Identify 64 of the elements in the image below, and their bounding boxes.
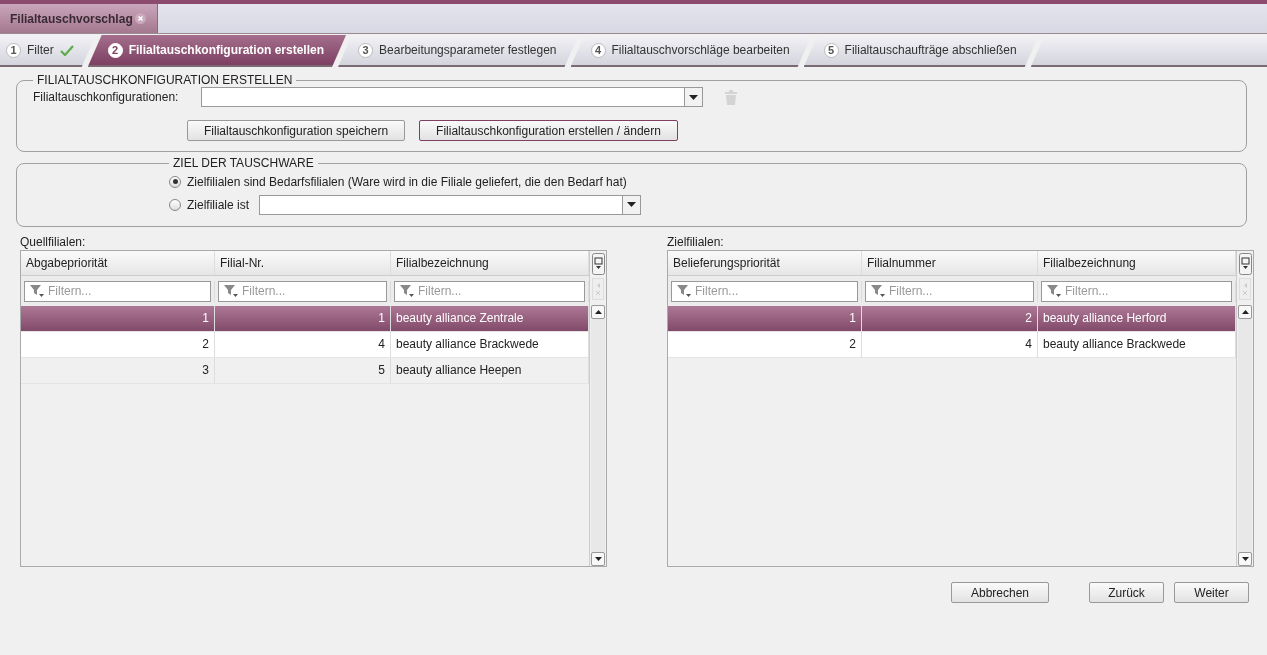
table-cell: 1 bbox=[215, 306, 391, 331]
table-cell: beauty alliance Heepen bbox=[391, 358, 589, 383]
table-cell: 2 bbox=[668, 332, 862, 357]
column-chooser-icon[interactable] bbox=[1238, 253, 1252, 275]
table-cell: 4 bbox=[215, 332, 391, 357]
scroll-down-icon[interactable] bbox=[594, 557, 602, 561]
table-cell: 5 bbox=[215, 358, 391, 383]
wizard-step[interactable]: 1 Filter bbox=[0, 35, 96, 67]
table-row[interactable]: 2 4 beauty alliance Brackwede bbox=[668, 332, 1236, 358]
table-title: Quellfilialen: bbox=[20, 235, 87, 250]
wizard-step[interactable]: 3 Bearbeitungsparameter festlegen bbox=[338, 35, 579, 67]
column-header[interactable]: Filialbezeichnung bbox=[391, 251, 589, 275]
radio-button[interactable] bbox=[169, 175, 181, 188]
table-cell: 1 bbox=[668, 306, 862, 331]
filter-icon bbox=[30, 285, 44, 297]
wizard-step[interactable]: 2 Filialtauschkonfiguration erstellen bbox=[87, 35, 347, 67]
filter-icon bbox=[400, 285, 414, 297]
column-header[interactable]: Abgabepriorität bbox=[21, 251, 215, 275]
table-cell: 2 bbox=[862, 306, 1038, 331]
group-title: ZIEL DER TAUSCHWARE bbox=[172, 156, 315, 170]
footer-button[interactable]: Zurück bbox=[1089, 582, 1164, 603]
table-title: Zielfilialen: bbox=[667, 235, 725, 250]
wizard-step[interactable]: 4 Filialtauschvorschläge bearbeiten bbox=[570, 35, 812, 67]
radio-button[interactable] bbox=[169, 198, 181, 211]
footer-button[interactable]: Abbrechen bbox=[951, 582, 1049, 603]
column-header[interactable]: Filialnummer bbox=[862, 251, 1038, 275]
table-row[interactable]: 1 1 beauty alliance Zentrale bbox=[21, 306, 589, 332]
filter-icon bbox=[224, 285, 238, 297]
table-row[interactable]: 2 4 beauty alliance Brackwede bbox=[21, 332, 589, 358]
filter-icon bbox=[1047, 285, 1061, 297]
close-icon[interactable] bbox=[134, 13, 146, 24]
table-cell: 3 bbox=[21, 358, 215, 383]
scrollbar[interactable] bbox=[1238, 305, 1252, 566]
action-button[interactable]: Filialtauschkonfiguration speichern bbox=[187, 120, 406, 141]
table-cell: beauty alliance Brackwede bbox=[391, 332, 589, 357]
action-button[interactable]: Filialtauschkonfiguration erstellen / ändern bbox=[419, 120, 678, 141]
dropdown-arrow-icon[interactable] bbox=[689, 94, 698, 100]
wizard-step[interactable]: 5 Filialtauschaufträge abschließen bbox=[803, 35, 1039, 67]
table-row[interactable]: 3 5 beauty alliance Heepen bbox=[21, 358, 589, 384]
column-header[interactable]: Belieferungspriorität bbox=[668, 251, 862, 275]
table-cell: 1 bbox=[21, 306, 215, 331]
table-cell: beauty alliance Herford bbox=[1038, 306, 1236, 331]
column-header[interactable]: Filialbezeichnung bbox=[1038, 251, 1236, 275]
document-title: Filialtauschvorschlag bbox=[10, 11, 133, 26]
table-cell: 2 bbox=[21, 332, 215, 357]
radio-label: Zielfilialen sind Bedarfsfilialen (Ware wird in die Filiale geliefert, die den Bedarf hat) bbox=[187, 174, 627, 189]
filter-icon bbox=[677, 285, 691, 297]
scrollbar[interactable] bbox=[591, 305, 605, 566]
scroll-up-icon[interactable] bbox=[1241, 310, 1249, 314]
scroll-up-icon[interactable] bbox=[594, 310, 602, 314]
column-header[interactable]: Filial-Nr. bbox=[215, 251, 391, 275]
group-title: FILIALTAUSCHKONFIGURATION ERSTELLEN bbox=[36, 73, 294, 87]
table-row[interactable]: 1 2 beauty alliance Herford bbox=[668, 306, 1236, 332]
table-cell: 4 bbox=[862, 332, 1038, 357]
scroll-down-icon[interactable] bbox=[1241, 557, 1249, 561]
column-chooser-icon[interactable] bbox=[591, 253, 605, 275]
filter-icon bbox=[871, 285, 885, 297]
field-label: Filialtauschkonfigurationen: bbox=[33, 90, 180, 104]
footer-button[interactable]: Weiter bbox=[1174, 582, 1249, 603]
table-cell: beauty alliance Zentrale bbox=[391, 306, 589, 331]
table-cell: beauty alliance Brackwede bbox=[1038, 332, 1236, 357]
dropdown-arrow-icon[interactable] bbox=[627, 202, 636, 207]
radio-label: Zielfiliale ist bbox=[187, 197, 249, 212]
document-tab[interactable]: Filialtauschvorschlag bbox=[0, 4, 158, 33]
